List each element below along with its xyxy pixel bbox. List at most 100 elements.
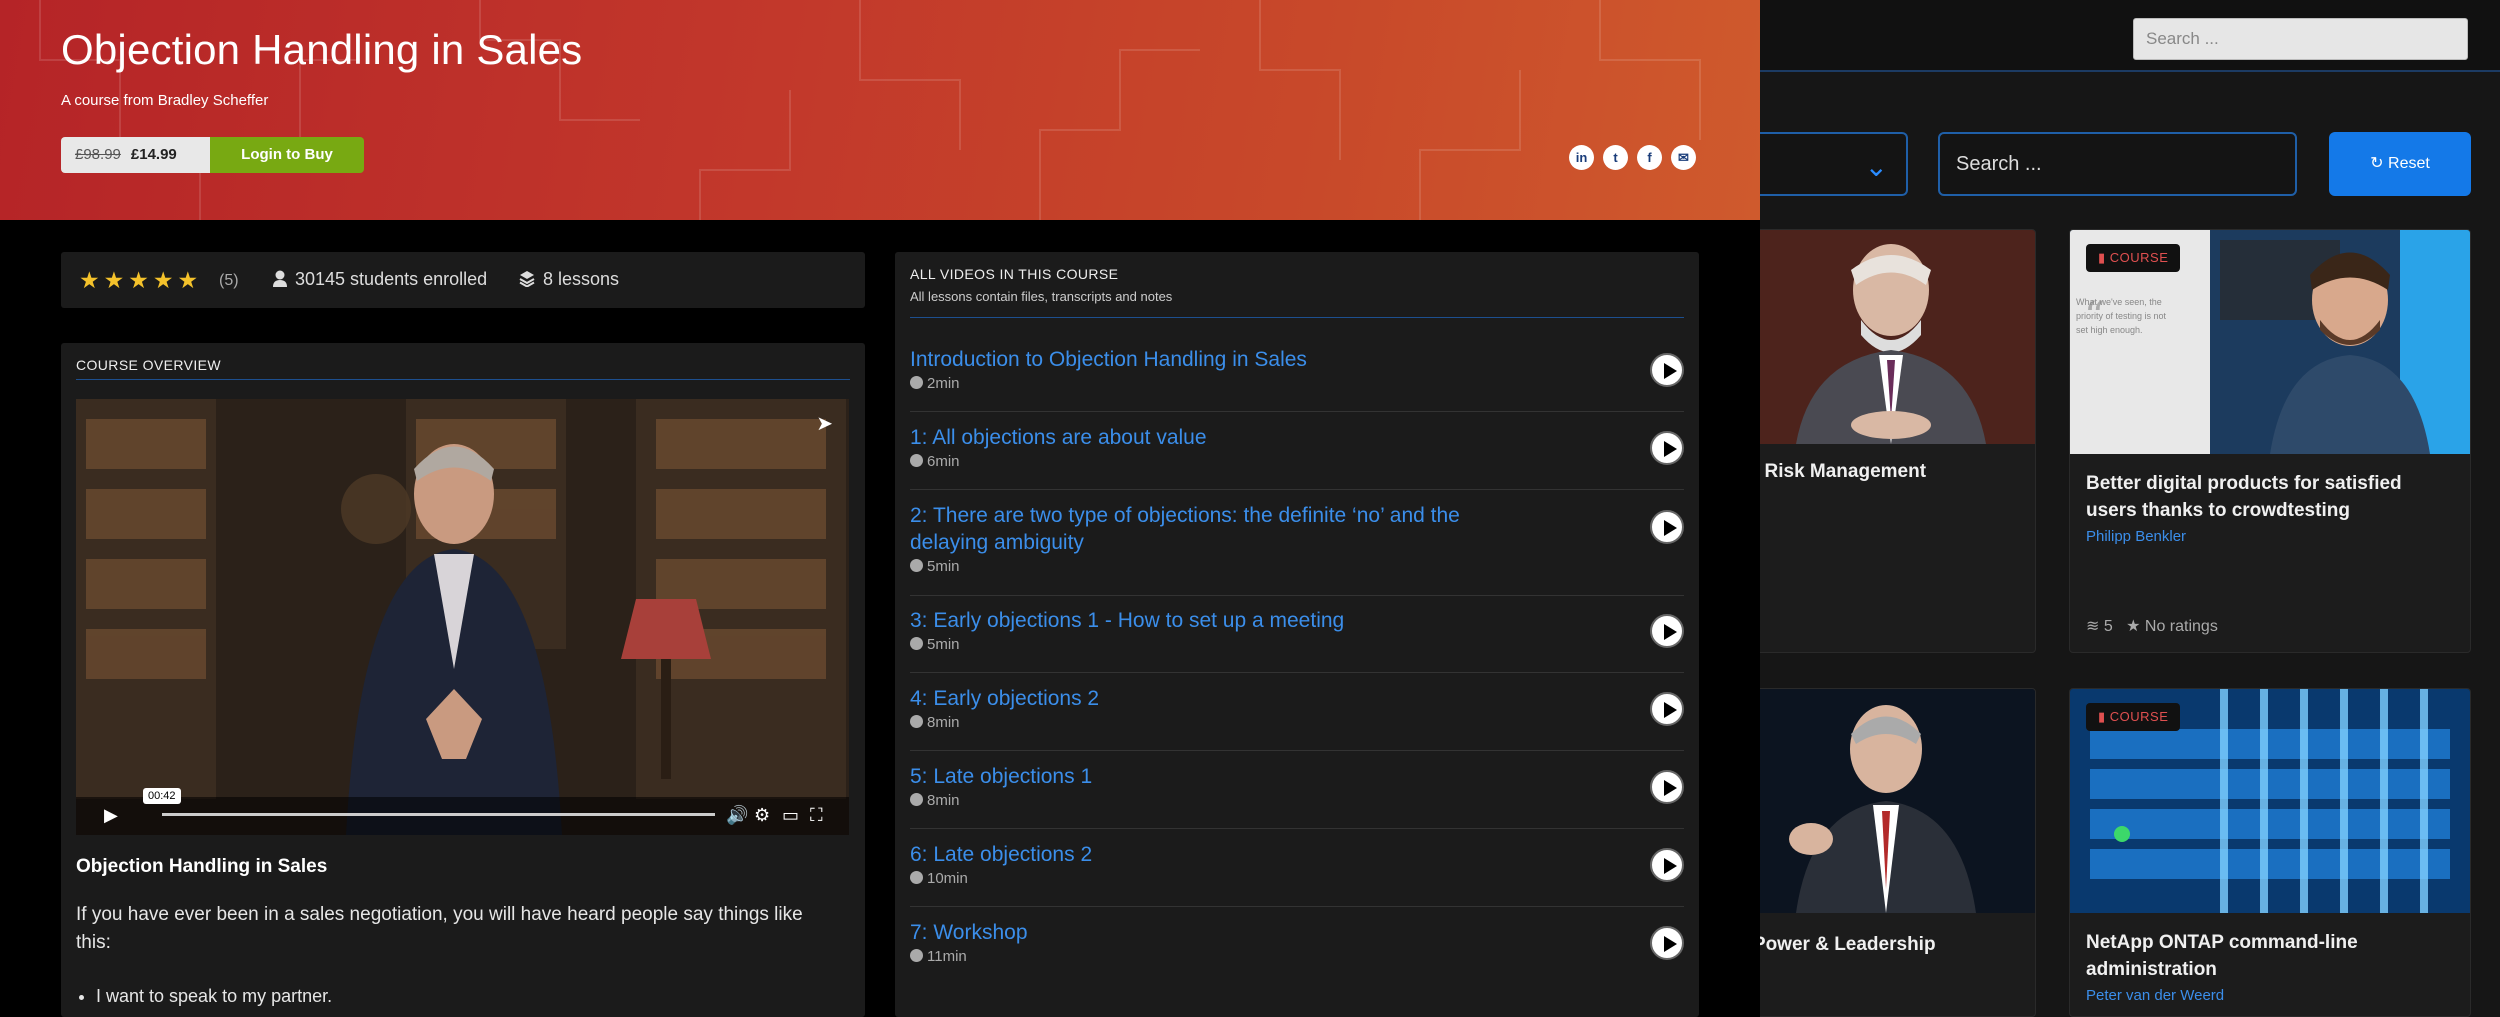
- lesson-title[interactable]: 6: Late objections 2: [910, 841, 1530, 868]
- divider: [910, 906, 1684, 907]
- top-search-input[interactable]: Search ...: [2133, 18, 2468, 60]
- divider: [910, 489, 1684, 490]
- overview-list: I want to speak to my partner.: [96, 981, 332, 1011]
- play-button[interactable]: [1650, 431, 1684, 465]
- course-stats: ★★★★★ (5) 30145 students enrolled 8 less…: [61, 252, 865, 308]
- course-search-input[interactable]: Search ...: [1938, 132, 2297, 196]
- lessons-count: 8 lessons: [519, 269, 619, 290]
- clock-icon: [910, 949, 923, 962]
- email-icon[interactable]: ✉: [1671, 145, 1696, 170]
- lesson-duration: 8min: [910, 714, 1684, 731]
- share-icon[interactable]: ➤: [816, 411, 833, 436]
- reset-label: Reset: [2388, 155, 2430, 172]
- lesson-item[interactable]: 4: Early objections 2 8min: [910, 685, 1684, 751]
- course-card-meta: ≋ 5 ★ No ratings: [2086, 618, 2218, 635]
- lesson-duration: 10min: [910, 870, 1684, 887]
- overview-title: Objection Handling in Sales: [76, 856, 328, 877]
- bookmark-icon: ▮: [2098, 709, 2110, 724]
- user-icon: [273, 270, 287, 287]
- play-button[interactable]: [1650, 848, 1684, 882]
- lesson-duration: 11min: [910, 948, 1684, 965]
- quote-text: What we've seen, the priority of testing…: [2076, 297, 2167, 335]
- fullscreen-icon[interactable]: ⛶: [810, 805, 823, 826]
- overview-heading: COURSE OVERVIEW: [76, 357, 221, 373]
- lesson-duration: 5min: [910, 558, 1684, 575]
- course-hero: Objection Handling in Sales A course fro…: [0, 0, 1760, 220]
- bookmark-icon: ▮: [2098, 250, 2110, 265]
- video-player[interactable]: ➤ 00:42 ▶ 🔊 ⚙ ▭ ⛶: [76, 399, 849, 835]
- play-button[interactable]: [1650, 692, 1684, 726]
- video-frame: [76, 399, 849, 835]
- lesson-title[interactable]: 1: All objections are about value: [910, 424, 1530, 451]
- chevron-down-icon: ⌄: [1864, 151, 1888, 182]
- course-card-author[interactable]: Peter van der Weerd: [2086, 987, 2224, 1004]
- course-badge: ▮ COURSE: [2086, 703, 2181, 731]
- volume-icon[interactable]: 🔊: [726, 805, 748, 826]
- divider: [76, 379, 850, 380]
- twitter-icon[interactable]: t: [1603, 145, 1628, 170]
- lesson-item[interactable]: 3: Early objections 1 - How to set up a …: [910, 607, 1684, 673]
- new-price: £14.99: [130, 146, 177, 163]
- play-button[interactable]: [1650, 926, 1684, 960]
- clock-icon: [910, 559, 923, 572]
- play-icon[interactable]: ▶: [104, 805, 118, 826]
- divider: [910, 750, 1684, 751]
- play-button[interactable]: [1650, 770, 1684, 804]
- lesson-item[interactable]: Introduction to Objection Handling in Sa…: [910, 346, 1684, 412]
- play-button[interactable]: [1650, 353, 1684, 387]
- lessons-subheading: All lessons contain files, transcripts a…: [910, 289, 1173, 304]
- airplay-icon[interactable]: ▭: [782, 805, 799, 826]
- rating-count: (5): [219, 272, 239, 289]
- reset-button[interactable]: ↻ Reset: [2329, 132, 2471, 196]
- layers-icon: ≋: [2086, 618, 2104, 635]
- progress-bar[interactable]: [162, 813, 715, 816]
- course-card[interactable]: “ ▮ COURSE What we've seen, the priority…: [2069, 229, 2471, 653]
- divider: [910, 672, 1684, 673]
- lesson-title[interactable]: 5: Late objections 1: [910, 763, 1530, 790]
- clock-icon: [910, 871, 923, 884]
- clock-icon: [910, 637, 923, 650]
- list-item: I want to speak to my partner.: [96, 981, 332, 1011]
- layers-icon: [519, 271, 535, 288]
- lesson-item[interactable]: 7: Workshop 11min: [910, 919, 1684, 965]
- settings-icon[interactable]: ⚙: [754, 805, 770, 826]
- price-box: £98.99 £14.99: [61, 137, 211, 173]
- clock-icon: [910, 454, 923, 467]
- play-button[interactable]: [1650, 614, 1684, 648]
- course-card-title: Better digital products for satisfied us…: [2086, 473, 2402, 521]
- lesson-title[interactable]: 7: Workshop: [910, 919, 1530, 946]
- divider: [910, 317, 1684, 318]
- lesson-title[interactable]: Introduction to Objection Handling in Sa…: [910, 346, 1530, 373]
- course-title: Objection Handling in Sales: [61, 26, 583, 73]
- lesson-duration: 2min: [910, 375, 1684, 392]
- course-card[interactable]: ▮ COURSE NetApp ONTAP command-line admin…: [2069, 688, 2471, 1017]
- lesson-title[interactable]: 2: There are two type of objections: the…: [910, 502, 1530, 556]
- star-icon: ★: [2126, 618, 2145, 635]
- divider: [910, 828, 1684, 829]
- course-overview: COURSE OVERVIEW ➤ 00:42 ▶ 🔊 ⚙ ▭ ⛶ Object…: [61, 343, 865, 1017]
- facebook-icon[interactable]: f: [1637, 145, 1662, 170]
- login-to-buy-button[interactable]: Login to Buy: [210, 137, 364, 173]
- lesson-title[interactable]: 4: Early objections 2: [910, 685, 1530, 712]
- course-card-author[interactable]: Philipp Benkler: [2086, 528, 2186, 545]
- clock-icon: [910, 793, 923, 806]
- students-enrolled: 30145 students enrolled: [273, 269, 487, 290]
- filter-select[interactable]: ⌄: [1740, 132, 1908, 196]
- course-badge: ▮ COURSE: [2086, 244, 2181, 272]
- lesson-duration: 8min: [910, 792, 1684, 809]
- lesson-duration: 6min: [910, 453, 1684, 470]
- clock-icon: [910, 715, 923, 728]
- lesson-item[interactable]: 5: Late objections 1 8min: [910, 763, 1684, 829]
- video-timestamp: 00:42: [143, 788, 181, 804]
- lesson-item[interactable]: 2: There are two type of objections: the…: [910, 502, 1684, 596]
- linkedin-icon[interactable]: in: [1569, 145, 1594, 170]
- lessons-panel: ALL VIDEOS IN THIS COURSE All lessons co…: [895, 252, 1699, 1017]
- clock-icon: [910, 376, 923, 389]
- lessons-heading: ALL VIDEOS IN THIS COURSE: [910, 266, 1119, 282]
- course-author: A course from Bradley Scheffer: [61, 92, 269, 109]
- lesson-title[interactable]: 3: Early objections 1 - How to set up a …: [910, 607, 1530, 634]
- lesson-item[interactable]: 1: All objections are about value 6min: [910, 424, 1684, 490]
- play-button[interactable]: [1650, 510, 1684, 544]
- rating-stars: ★★★★★: [79, 267, 203, 293]
- lesson-item[interactable]: 6: Late objections 2 10min: [910, 841, 1684, 907]
